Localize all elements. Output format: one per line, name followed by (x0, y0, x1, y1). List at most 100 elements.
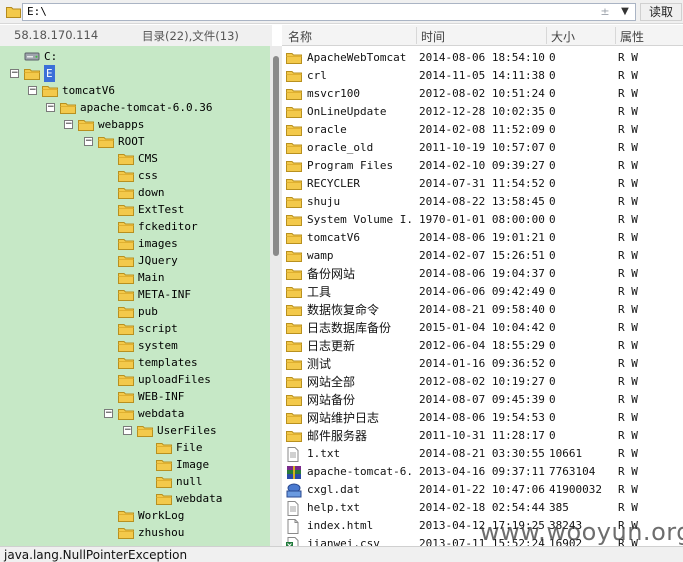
tree-node[interactable]: − UserFiles (0, 422, 270, 439)
file-name: 网站维护日志 (307, 411, 380, 425)
tree-node[interactable]: − tomcatV6 (0, 82, 270, 99)
list-item[interactable]: crl 2014-11-05 14:11:38 0 R W (282, 67, 683, 85)
tree-node[interactable]: META-INF (0, 286, 270, 303)
list-item[interactable]: 日志数据库备份 2015-01-04 10:04:42 0 R W (282, 319, 683, 337)
list-item[interactable]: Program Files 2014-02-10 09:39:27 0 R W (282, 157, 683, 175)
file-size: 0 (549, 159, 556, 172)
tree-node[interactable]: css (0, 167, 270, 184)
tree-node[interactable]: ExtTest (0, 201, 270, 218)
tree-node[interactable]: − apache-tomcat-6.0.36 (0, 99, 270, 116)
tree-node[interactable]: − webapps (0, 116, 270, 133)
tree-node[interactable]: images (0, 235, 270, 252)
file-name: jianwei.csv (307, 537, 380, 546)
list-item[interactable]: 网站备份 2014-08-07 09:45:39 0 R W (282, 391, 683, 409)
file-size: 0 (549, 267, 556, 280)
tree-node[interactable]: fckeditor (0, 218, 270, 235)
tree-node[interactable]: − E (0, 65, 270, 82)
list-item[interactable]: ApacheWebTomcat 2014-08-06 18:54:10 0 R W (282, 49, 683, 67)
list-item[interactable]: 网站维护日志 2014-08-06 19:54:53 0 R W (282, 409, 683, 427)
file-name: 1.txt (307, 447, 341, 460)
tree-node[interactable]: CMS (0, 150, 270, 167)
column-header-time[interactable]: 时间 (421, 28, 445, 45)
tree-collapse-toggle[interactable]: − (84, 137, 93, 146)
tree-node[interactable]: system (0, 337, 270, 354)
tree-node-label: zhushou (138, 526, 185, 539)
scrollbar-thumb[interactable] (273, 56, 279, 256)
file-time: 2014-08-06 19:01:21 (419, 231, 545, 244)
file-size: 0 (549, 303, 556, 316)
chevron-down-icon[interactable]: ▼ (616, 4, 634, 20)
tree-node[interactable]: File (0, 439, 270, 456)
list-item[interactable]: shuju 2014-08-22 13:58:45 0 R W (282, 193, 683, 211)
column-header-name[interactable]: 名称 (288, 28, 312, 45)
file-attr: R W (618, 177, 638, 190)
column-header-size[interactable]: 大小 (551, 28, 575, 45)
list-item[interactable]: 测试 2014-01-16 09:36:52 0 R W (282, 355, 683, 373)
tree-node[interactable]: uploadFiles (0, 371, 270, 388)
file-name: RECYCLER (307, 177, 360, 190)
tree-node[interactable]: − webdata (0, 405, 270, 422)
up-icon[interactable]: ± (598, 5, 612, 19)
list-item[interactable]: 工具 2014-06-06 09:42:49 0 R W (282, 283, 683, 301)
list-item[interactable]: OnLineUpdate 2012-12-28 10:02:35 0 R W (282, 103, 683, 121)
tree-collapse-toggle[interactable]: − (64, 120, 73, 129)
list-item[interactable]: msvcr100 2012-08-02 10:51:24 0 R W (282, 85, 683, 103)
file-attr: R W (618, 123, 638, 136)
list-item[interactable]: 网站全部 2012-08-02 10:19:27 0 R W (282, 373, 683, 391)
tree-node[interactable]: pub (0, 303, 270, 320)
tree-node-label: down (138, 186, 165, 199)
tree-collapse-toggle[interactable]: − (10, 69, 19, 78)
tree-collapse-toggle[interactable]: − (104, 409, 113, 418)
tree-collapse-toggle[interactable]: − (123, 426, 132, 435)
list-item[interactable]: apache-tomcat-6.... 2013-04-16 09:37:11 77… (282, 463, 683, 481)
tree-node[interactable]: zhushou (0, 524, 270, 541)
tree-node-label: CMS (138, 152, 158, 165)
tree-node[interactable]: WEB-INF (0, 388, 270, 405)
file-size: 0 (549, 393, 556, 406)
file-time: 2014-06-06 09:42:49 (419, 285, 545, 298)
tree-node[interactable]: JQuery (0, 252, 270, 269)
column-header-attr[interactable]: 属性 (620, 28, 644, 45)
list-item[interactable]: help.txt 2014-02-18 02:54:44 385 R W (282, 499, 683, 517)
list-item[interactable]: 1.txt 2014-08-21 03:30:55 10661 R W (282, 445, 683, 463)
list-item[interactable]: oracle_old 2011-10-19 10:57:07 0 R W (282, 139, 683, 157)
scrollbar[interactable] (270, 46, 282, 546)
tree-node[interactable]: templates (0, 354, 270, 371)
read-button-label: 读取 (648, 5, 673, 19)
tree-collapse-toggle[interactable]: − (28, 86, 37, 95)
list-item[interactable]: 邮件服务器 2011-10-31 11:28:17 0 R W (282, 427, 683, 445)
file-size: 0 (549, 51, 556, 64)
tree-node[interactable]: WorkLog (0, 507, 270, 524)
list-item[interactable]: 数据恢复命令 2014-08-21 09:58:40 0 R W (282, 301, 683, 319)
file-attr: R W (618, 285, 638, 298)
list-item[interactable]: RECYCLER 2014-07-31 11:54:52 0 R W (282, 175, 683, 193)
list-item[interactable]: 备份网站 2014-08-06 19:04:37 0 R W (282, 265, 683, 283)
tree-node[interactable]: − ROOT (0, 133, 270, 150)
list-item[interactable]: 日志更新 2012-06-04 18:55:29 0 R W (282, 337, 683, 355)
tree-node[interactable]: script (0, 320, 270, 337)
tree-node[interactable]: Main (0, 269, 270, 286)
file-size: 0 (549, 285, 556, 298)
file-attr: R W (618, 69, 638, 82)
file-time: 2014-08-06 19:04:37 (419, 267, 545, 280)
file-name: 邮件服务器 (307, 429, 368, 443)
tree-node[interactable]: webdata (0, 490, 270, 507)
file-name: 日志更新 (307, 339, 356, 353)
file-name: 网站全部 (307, 375, 356, 389)
tree-collapse-toggle[interactable]: − (46, 103, 55, 112)
list-item[interactable]: oracle 2014-02-08 11:52:09 0 R W (282, 121, 683, 139)
tree-node[interactable]: down (0, 184, 270, 201)
list-item[interactable]: cxgl.dat 2014-01-22 10:47:06 41900032 R W (282, 481, 683, 499)
tree-node[interactable]: Image (0, 456, 270, 473)
read-button[interactable]: 读取 (640, 3, 682, 21)
tree-node[interactable]: null (0, 473, 270, 490)
tree-node-label: C: (44, 50, 58, 63)
file-time: 2014-07-31 11:54:52 (419, 177, 545, 190)
list-item[interactable]: wamp 2014-02-07 15:26:51 0 R W (282, 247, 683, 265)
path-input[interactable]: E:\ (22, 3, 636, 21)
list-item[interactable]: tomcatV6 2014-08-06 19:01:21 0 R W (282, 229, 683, 247)
file-name: 数据恢复命令 (307, 303, 380, 317)
tree-node-label: Image (176, 458, 210, 471)
tree-node[interactable]: C: (0, 48, 270, 65)
list-item[interactable]: System Volume I... 1970-01-01 08:00:00 0 R … (282, 211, 683, 229)
